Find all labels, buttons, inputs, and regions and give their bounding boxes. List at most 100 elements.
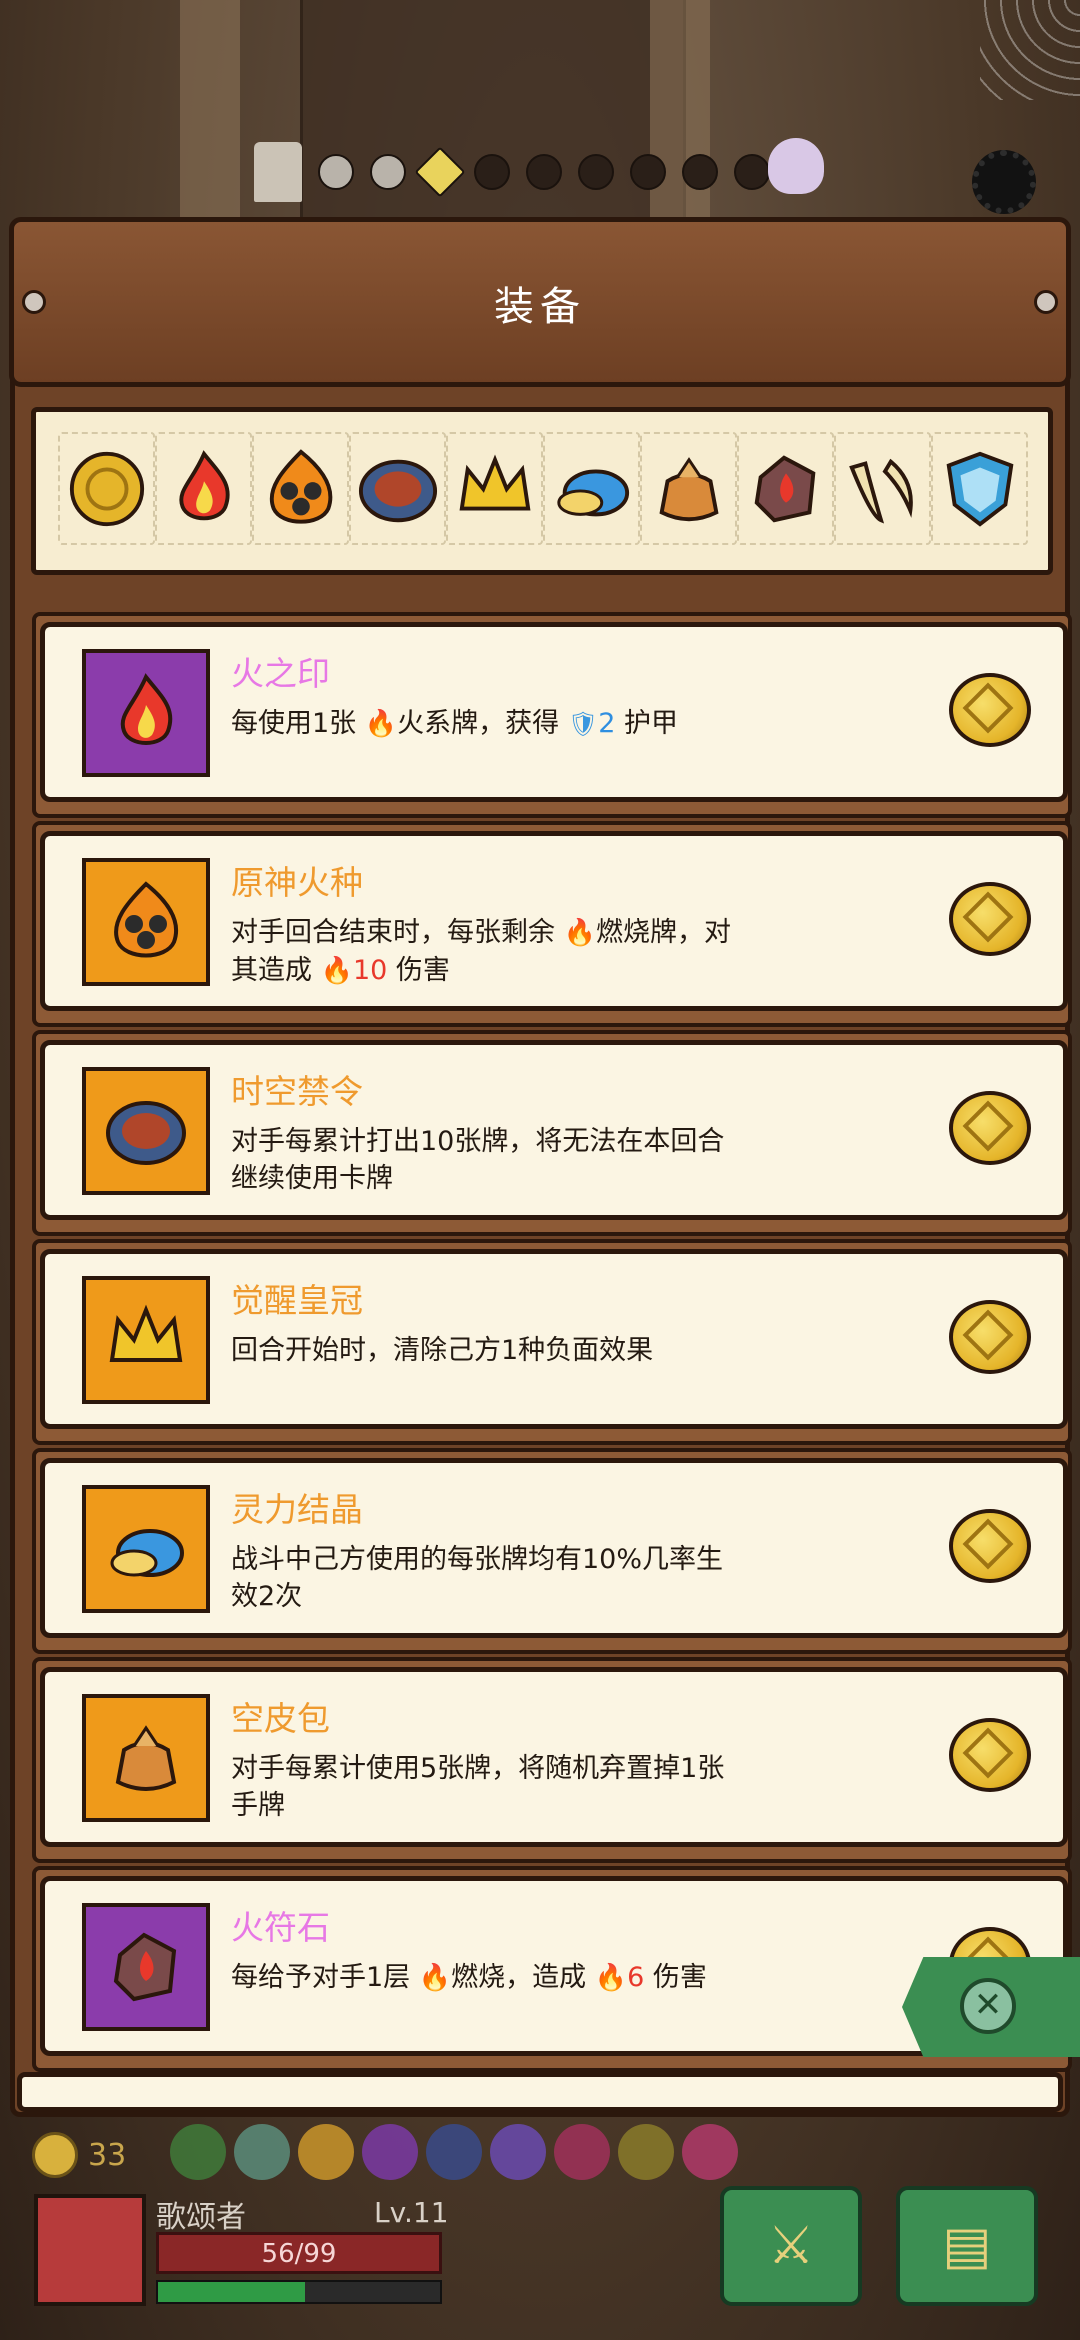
description-text: 每使用1张 (231, 708, 365, 739)
crystal-icon (104, 1507, 188, 1591)
relic-icon[interactable] (490, 2124, 546, 2180)
gold-coin-icon[interactable] (949, 1718, 1031, 1792)
description-text: 战斗中己方使用的每张牌均有10%几率生效2次 (231, 1544, 724, 1612)
panel-header: 装备 (9, 217, 1071, 387)
flame-icon (163, 448, 245, 530)
equipment-card[interactable]: 原神火种对手回合结束时，每张剩余 🔥燃烧牌，对其造成 🔥10 伤害 (32, 821, 1072, 1027)
relic-icon[interactable] (362, 2124, 418, 2180)
relic-icon[interactable] (554, 2124, 610, 2180)
card-body: 火之印 每使用1张 🔥火系牌，获得 🛡2 护甲 (40, 622, 1068, 802)
xp-fill (158, 2282, 305, 2302)
card-body: 灵力结晶战斗中己方使用的每张牌均有10%几率生效2次 (40, 1458, 1068, 1638)
progress-dot (630, 154, 666, 190)
equipment-slot[interactable] (252, 432, 349, 545)
description-text: 伤害 (644, 1962, 707, 1993)
gold-coin-icon[interactable] (949, 1091, 1031, 1165)
equipment-slot[interactable] (58, 432, 155, 545)
gold-coin-icon[interactable] (949, 1300, 1031, 1374)
card-body: 时空禁令对手每累计打出10张牌，将无法在本回合继续使用卡牌 (40, 1040, 1068, 1220)
equipment-slot[interactable] (931, 432, 1028, 545)
item-name: 空皮包 (231, 1699, 330, 1738)
card-body: 觉醒皇冠回合开始时，清除己方1种负面效果 (40, 1249, 1068, 1429)
spider-web-decoration (980, 0, 1080, 100)
gold-coin-icon[interactable] (949, 1509, 1031, 1583)
coin-counter: 33 (32, 2132, 126, 2178)
description-text: 回合开始时，清除己方1种负面效果 (231, 1335, 654, 1366)
equipment-menu-button[interactable]: ⚔ (720, 2186, 862, 2306)
equipment-panel: 装备 火之印 每使用1张 🔥火系牌，获得 🛡2 护甲原神火种对手回合结束时，每张剩… (9, 217, 1072, 2117)
time-disc-icon (104, 1089, 188, 1173)
settings-gear-icon[interactable] (972, 150, 1036, 214)
effect-value: 6 (627, 1962, 645, 1993)
description-text: 每给予对手1层 (231, 1962, 419, 1993)
item-description: 对手回合结束时，每张剩余 🔥燃烧牌，对其造成 🔥10 伤害 (231, 914, 731, 990)
cards-menu-button[interactable]: ▤ (896, 2186, 1038, 2306)
progress-dot (318, 154, 354, 190)
fire-icon: 🔥 (418, 1963, 452, 1993)
leather-bag-icon (648, 448, 730, 530)
crown-icon (104, 1298, 188, 1382)
equipment-slot[interactable] (737, 432, 834, 545)
equipment-card[interactable]: 灵力结晶战斗中己方使用的每张牌均有10%几率生效2次 (32, 1448, 1072, 1654)
card-body: 原神火种对手回合结束时，每张剩余 🔥燃烧牌，对其造成 🔥10 伤害 (40, 831, 1068, 1011)
item-name: 灵力结晶 (231, 1490, 363, 1529)
background-pillar (180, 0, 240, 230)
time-disc-icon (357, 448, 439, 530)
description-text: 对手每累计打出10张牌，将无法在本回合继续使用卡牌 (231, 1126, 725, 1194)
equipment-card[interactable]: 火之印 每使用1张 🔥火系牌，获得 🛡2 护甲 (32, 612, 1072, 818)
item-description: 回合开始时，清除己方1种负面效果 (231, 1332, 731, 1369)
item-icon-frame (82, 1485, 210, 1613)
gold-coin-icon[interactable] (949, 882, 1031, 956)
relic-bar (170, 2124, 738, 2180)
equipment-slot[interactable] (543, 432, 640, 545)
description-text: 对手每累计使用5张牌，将随机弃置掉1张手牌 (231, 1753, 725, 1821)
item-icon-frame (82, 1694, 210, 1822)
equipment-card[interactable]: 火符石 每给予对手1层 🔥燃烧，造成 🔥6 伤害 (32, 1866, 1072, 2072)
winged-helmet-icon: ⚔ (767, 2216, 815, 2276)
item-name: 觉醒皇冠 (231, 1281, 363, 1320)
fire-rune-stone-icon (745, 448, 827, 530)
item-description: 每使用1张 🔥火系牌，获得 🛡2 护甲 (231, 705, 731, 743)
equipment-card[interactable]: 觉醒皇冠回合开始时，清除己方1种负面效果 (32, 1239, 1072, 1445)
gold-coin-icon[interactable] (949, 673, 1031, 747)
equipment-card[interactable]: 时空禁令对手每累计打出10张牌，将无法在本回合继续使用卡牌 (32, 1030, 1072, 1236)
item-name: 时空禁令 (231, 1072, 363, 1111)
gold-seal-icon (66, 448, 148, 530)
fang-icon (842, 448, 924, 530)
item-description: 每给予对手1层 🔥燃烧，造成 🔥6 伤害 (231, 1959, 731, 1997)
fire-icon: 🔥 (320, 956, 353, 986)
flame-seed-icon (104, 880, 188, 964)
item-description: 对手每累计使用5张牌，将随机弃置掉1张手牌 (231, 1750, 731, 1824)
equipment-slot[interactable] (834, 432, 931, 545)
coin-count: 33 (88, 2137, 127, 2173)
equipment-card[interactable]: 空皮包对手每累计使用5张牌，将随机弃置掉1张手牌 (32, 1657, 1072, 1863)
hp-text: 56/99 (261, 2239, 337, 2269)
relic-icon[interactable] (618, 2124, 674, 2180)
crown-icon (454, 448, 536, 530)
equipment-slot[interactable] (640, 432, 737, 545)
relic-icon[interactable] (170, 2124, 226, 2180)
xp-bar (156, 2280, 442, 2304)
item-icon-frame (82, 1276, 210, 1404)
description-text: 燃烧，造成 (451, 1962, 595, 1993)
player-level: Lv.11 (374, 2196, 449, 2229)
item-icon-frame (82, 649, 210, 777)
progress-dot (578, 154, 614, 190)
equipment-slot[interactable] (349, 432, 446, 545)
item-description: 对手每累计打出10张牌，将无法在本回合继续使用卡牌 (231, 1123, 731, 1197)
equipment-slot[interactable] (155, 432, 252, 545)
equipment-strip (31, 407, 1053, 575)
relic-icon[interactable] (298, 2124, 354, 2180)
relic-icon[interactable] (234, 2124, 290, 2180)
close-icon[interactable]: ✕ (960, 1978, 1016, 2034)
coin-icon (32, 2132, 78, 2178)
panel-title: 装备 (494, 284, 586, 330)
equipment-slot[interactable] (446, 432, 543, 545)
fire-icon: 🔥 (563, 918, 596, 948)
relic-icon[interactable] (682, 2124, 738, 2180)
hp-bar: 56/99 (156, 2232, 442, 2274)
player-portrait[interactable] (34, 2194, 146, 2306)
item-name: 原神火种 (231, 863, 363, 902)
relic-icon[interactable] (426, 2124, 482, 2180)
dungeon-progress (254, 142, 770, 202)
